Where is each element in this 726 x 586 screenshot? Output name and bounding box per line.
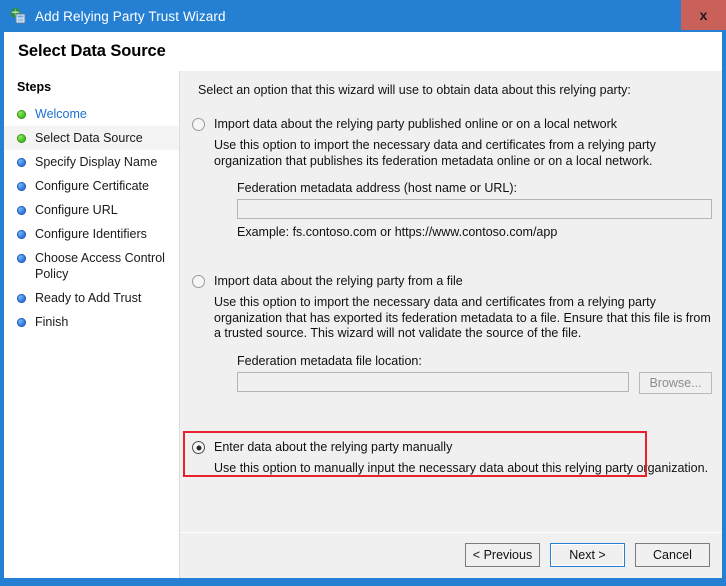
steps-sidebar: Steps Welcome Select Data Source Specify… [4, 71, 180, 578]
sidebar-item-configure-identifiers[interactable]: Configure Identifiers [4, 222, 179, 246]
sidebar-item-select-data-source[interactable]: Select Data Source [4, 126, 179, 150]
step-bullet-pending-icon [17, 294, 26, 303]
radio-label-import-online: Import data about the relying party publ… [214, 117, 618, 131]
radio-label-enter-manually: Enter data about the relying party manua… [214, 440, 453, 454]
sidebar-item-label: Welcome [35, 107, 87, 121]
sidebar-item-label: Configure Identifiers [35, 227, 147, 241]
example-text-online: Example: fs.contoso.com or https://www.c… [237, 225, 558, 239]
option-import-online: Import data about the relying party publ… [192, 117, 712, 239]
radio-import-online[interactable] [192, 118, 205, 131]
description-import-file: Use this option to import the necessary … [214, 295, 711, 340]
step-bullet-done-icon [17, 110, 26, 119]
relying-party-trust-icon [9, 7, 27, 25]
sidebar-item-label: Specify Display Name [35, 155, 158, 169]
step-bullet-pending-icon [17, 254, 26, 263]
previous-button[interactable]: < Previous [465, 543, 540, 567]
instruction-text: Select an option that this wizard will u… [198, 83, 631, 97]
sidebar-item-label: Configure Certificate [35, 179, 149, 193]
radio-row-enter-manually[interactable]: Enter data about the relying party manua… [192, 440, 712, 455]
sidebar-item-ready-to-add-trust[interactable]: Ready to Add Trust [4, 286, 179, 310]
radio-row-import-file[interactable]: Import data about the relying party from… [192, 274, 712, 289]
titlebar: Add Relying Party Trust Wizard x [0, 0, 726, 32]
step-bullet-pending-icon [17, 318, 26, 327]
sidebar-item-label: Configure URL [35, 203, 118, 217]
step-bullet-pending-icon [17, 230, 26, 239]
sidebar-item-label: Select Data Source [35, 131, 143, 145]
step-bullet-pending-icon [17, 206, 26, 215]
radio-enter-manually[interactable] [192, 441, 205, 454]
steps-heading: Steps [17, 80, 52, 94]
file-location-row: Browse... [237, 371, 712, 394]
label-federation-metadata-address: Federation metadata address (host name o… [237, 181, 517, 195]
label-federation-metadata-file: Federation metadata file location: [237, 353, 422, 368]
radio-import-file[interactable] [192, 275, 205, 288]
content-panel: Select an option that this wizard will u… [180, 71, 722, 578]
radio-row-import-online[interactable]: Import data about the relying party publ… [192, 117, 712, 132]
sidebar-item-label: Ready to Add Trust [35, 291, 142, 305]
cancel-button[interactable]: Cancel [635, 543, 710, 567]
option-enter-manually: Enter data about the relying party manua… [192, 440, 712, 477]
step-bullet-pending-icon [17, 182, 26, 191]
footer-bar: < Previous Next > Cancel [180, 532, 722, 578]
sidebar-item-configure-url[interactable]: Configure URL [4, 198, 179, 222]
sidebar-item-finish[interactable]: Finish [4, 310, 179, 334]
step-bullet-pending-icon [17, 158, 26, 167]
next-button[interactable]: Next > [550, 543, 625, 567]
description-import-online: Use this option to import the necessary … [214, 138, 656, 168]
sidebar-item-configure-certificate[interactable]: Configure Certificate [4, 174, 179, 198]
steps-list: Welcome Select Data Source Specify Displ… [4, 102, 179, 334]
sidebar-item-label: Choose Access Control Policy [35, 251, 165, 281]
option-import-file: Import data about the relying party from… [192, 274, 712, 394]
description-enter-manually: Use this option to manually input the ne… [214, 461, 709, 475]
client-area: Select Data Source Steps Welcome Select … [4, 32, 722, 578]
window-title: Add Relying Party Trust Wizard [35, 8, 226, 24]
close-icon[interactable]: x [681, 0, 726, 30]
browse-button[interactable]: Browse... [639, 371, 712, 394]
radio-label-import-file: Import data about the relying party from… [214, 274, 463, 288]
sidebar-item-choose-access-control-policy[interactable]: Choose Access Control Policy [4, 246, 179, 286]
header-band: Select Data Source [4, 32, 722, 71]
sidebar-item-label: Finish [35, 315, 69, 329]
footer-button-group: < Previous Next > Cancel [465, 543, 710, 567]
wizard-window: Add Relying Party Trust Wizard x Select … [0, 0, 726, 586]
input-federation-metadata-address[interactable] [237, 199, 712, 219]
page-title: Select Data Source [18, 42, 166, 60]
sidebar-item-specify-display-name[interactable]: Specify Display Name [4, 150, 179, 174]
step-bullet-done-icon [17, 134, 26, 143]
sidebar-item-welcome[interactable]: Welcome [4, 102, 179, 126]
input-federation-metadata-file[interactable] [237, 371, 629, 392]
